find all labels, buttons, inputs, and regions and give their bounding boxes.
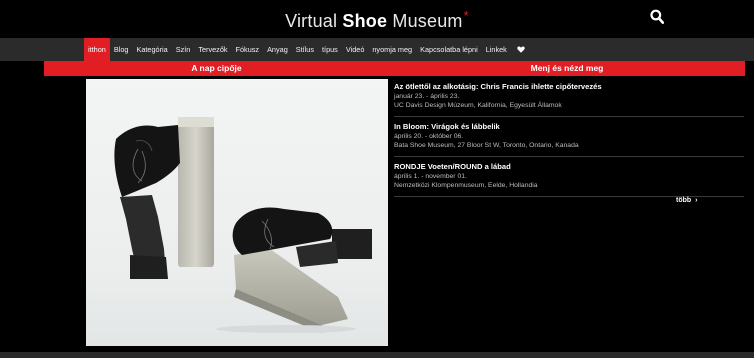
brand-bold: Shoe: [342, 11, 388, 31]
site-logo[interactable]: Virtual Shoe Museum*: [0, 8, 754, 32]
event-dates: április 1. - november 01.: [394, 173, 467, 180]
nav-item-type[interactable]: típus: [318, 38, 342, 61]
nav-item-blog[interactable]: Blog: [110, 38, 133, 61]
event-title[interactable]: In Bloom: Virágok és lábbelik: [394, 122, 744, 132]
event-venue: Nemzetközi Klompenmuseum, Eelde, Holland…: [394, 182, 538, 189]
divider: [394, 116, 744, 117]
brand-mark: *: [463, 8, 469, 23]
search-icon[interactable]: [650, 9, 664, 25]
nav-item-focus[interactable]: Fókusz: [232, 38, 264, 61]
events-list: Az ötlettől az alkotásig: Chris Francis …: [394, 82, 744, 202]
event-dates: április 20. - október 06.: [394, 133, 464, 140]
more-link[interactable]: több ›: [676, 197, 698, 204]
event-title[interactable]: Az ötlettől az alkotásig: Chris Francis …: [394, 82, 744, 92]
site-header: Virtual Shoe Museum*: [0, 0, 754, 38]
shoe-illustration: [114, 117, 372, 333]
nav-item-category[interactable]: Kategória: [132, 38, 171, 61]
brand-rest: Museum: [387, 11, 463, 31]
event-dates: január 23. - április 23.: [394, 93, 460, 100]
nav-item-style[interactable]: Stílus: [292, 38, 318, 61]
nav-item-color[interactable]: Szín: [172, 38, 195, 61]
event-title[interactable]: RONDJE Voeten/ROUND a lábad: [394, 162, 744, 172]
nav-item-home[interactable]: itthon: [84, 38, 110, 61]
nav-item-favorites[interactable]: [511, 38, 531, 61]
nav-item-contact[interactable]: Kapcsolatba lépni: [416, 38, 482, 61]
shoe-of-the-day-heading: A nap cipője: [44, 61, 389, 76]
event-item[interactable]: Az ötlettől az alkotásig: Chris Francis …: [394, 82, 744, 110]
event-item[interactable]: In Bloom: Virágok és lábbelik április 20…: [394, 122, 744, 150]
nav-item-links[interactable]: Linkek: [482, 38, 511, 61]
go-and-see-heading: Menj és nézd meg: [389, 61, 745, 76]
event-venue: UC Davis Design Múzeum, Kalifornia, Egye…: [394, 102, 562, 109]
shoe-of-the-day-image[interactable]: [86, 79, 388, 346]
heart-icon: [517, 46, 525, 53]
nav-item-designers[interactable]: Tervezők: [194, 38, 231, 61]
footer-bar: [0, 352, 754, 358]
chevron-right-icon: ›: [695, 197, 698, 204]
nav-item-video[interactable]: Videó: [342, 38, 369, 61]
event-item[interactable]: RONDJE Voeten/ROUND a lábad április 1. -…: [394, 162, 744, 190]
more-label: több: [676, 197, 692, 204]
event-venue: Bata Shoe Museum, 27 Bloor St W, Toronto…: [394, 142, 579, 149]
brand-light: Virtual: [285, 11, 343, 31]
nav-item-press[interactable]: nyomja meg: [368, 38, 416, 61]
divider: [394, 156, 744, 157]
nav-item-material[interactable]: Anyag: [263, 38, 292, 61]
nav-list: itthon Blog Kategória Szín Tervezők Fóku…: [84, 38, 531, 61]
main-nav: itthon Blog Kategória Szín Tervezők Fóku…: [0, 38, 754, 61]
